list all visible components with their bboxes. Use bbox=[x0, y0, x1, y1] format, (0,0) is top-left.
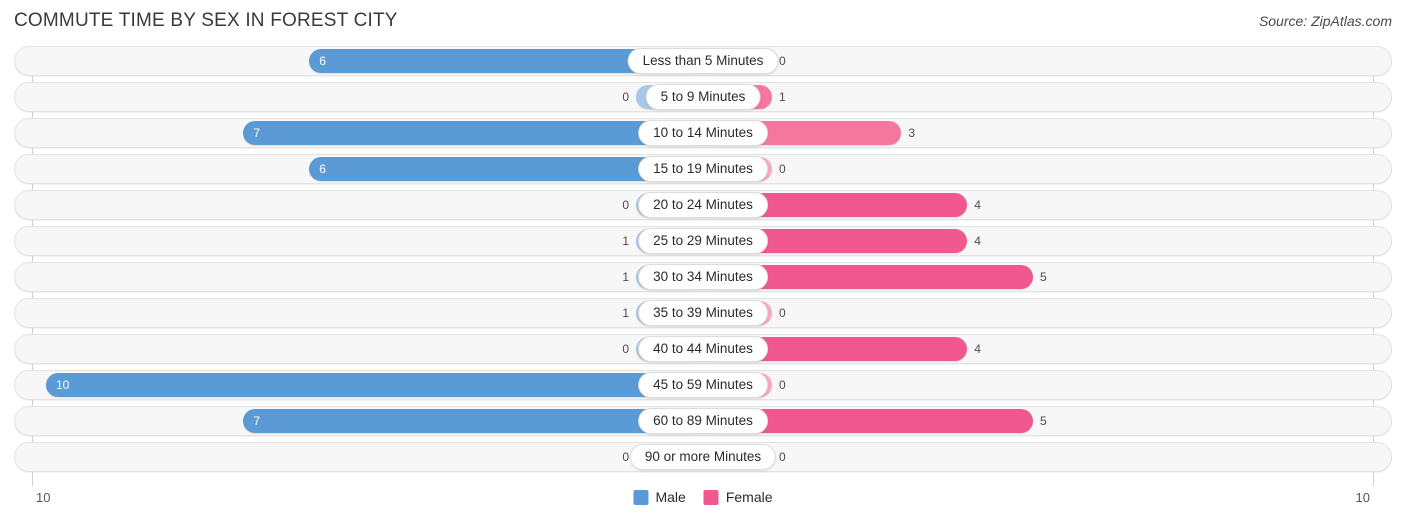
bar-male-fill bbox=[243, 409, 704, 433]
bar-value-female: 1 bbox=[779, 90, 786, 104]
bar-male-fill bbox=[46, 373, 704, 397]
category-label: 35 to 39 Minutes bbox=[638, 300, 768, 326]
axis-tick-right: 10 bbox=[1355, 490, 1370, 505]
bar-value-male: 6 bbox=[319, 162, 326, 176]
category-label: 10 to 14 Minutes bbox=[638, 120, 768, 146]
page-title: COMMUTE TIME BY SEX IN FOREST CITY bbox=[14, 10, 398, 31]
category-label: 15 to 19 Minutes bbox=[638, 156, 768, 182]
chart-rows: 6 0 Less than 5 Minutes 0 1 5 to 9 Minutes 7 3 1… bbox=[0, 46, 1406, 478]
bar-value-male: 10 bbox=[56, 378, 70, 392]
bar-value-male: 0 bbox=[622, 342, 629, 356]
table-row[interactable]: 7 3 10 to 14 Minutes bbox=[14, 118, 1392, 148]
chart-header: COMMUTE TIME BY SEX IN FOREST CITY Sourc… bbox=[0, 0, 1406, 46]
bar-value-female: 0 bbox=[779, 54, 786, 68]
category-label: 40 to 44 Minutes bbox=[638, 336, 768, 362]
table-row[interactable]: 0 4 20 to 24 Minutes bbox=[14, 190, 1392, 220]
category-label: Less than 5 Minutes bbox=[627, 48, 779, 74]
table-row[interactable]: 6 0 15 to 19 Minutes bbox=[14, 154, 1392, 184]
bar-value-male: 6 bbox=[319, 54, 326, 68]
bar-value-female: 4 bbox=[974, 342, 981, 356]
category-label: 20 to 24 Minutes bbox=[638, 192, 768, 218]
bar-value-female: 0 bbox=[779, 378, 786, 392]
bar-value-female: 5 bbox=[1040, 414, 1047, 428]
table-row[interactable]: 0 4 40 to 44 Minutes bbox=[14, 334, 1392, 364]
table-row[interactable]: 6 0 Less than 5 Minutes bbox=[14, 46, 1392, 76]
bar-value-male: 1 bbox=[622, 306, 629, 320]
bar-male[interactable]: 7 bbox=[243, 409, 704, 433]
legend-swatch-female-icon bbox=[703, 489, 719, 505]
bar-value-female: 0 bbox=[779, 450, 786, 464]
legend-item-female[interactable]: Female bbox=[703, 489, 773, 505]
chart-plot-area: 6 0 Less than 5 Minutes 0 1 5 to 9 Minutes 7 3 1… bbox=[0, 46, 1406, 486]
bar-value-male: 1 bbox=[622, 270, 629, 284]
category-label: 90 or more Minutes bbox=[629, 444, 777, 470]
chart-legend: Male Female bbox=[633, 489, 773, 505]
bar-value-female: 3 bbox=[908, 126, 916, 140]
bar-value-female: 4 bbox=[974, 234, 981, 248]
legend-item-male[interactable]: Male bbox=[633, 489, 686, 505]
bar-value-female: 4 bbox=[974, 198, 981, 212]
table-row[interactable]: 1 4 25 to 29 Minutes bbox=[14, 226, 1392, 256]
source-attribution: Source: ZipAtlas.com bbox=[1258, 13, 1392, 29]
category-label: 45 to 59 Minutes bbox=[638, 372, 768, 398]
bar-value-male: 7 bbox=[253, 126, 261, 140]
bar-value-male: 0 bbox=[622, 198, 629, 212]
bar-value-female: 0 bbox=[779, 306, 786, 320]
bar-value-male: 1 bbox=[622, 234, 629, 248]
bar-value-male: 0 bbox=[622, 450, 629, 464]
bar-male[interactable]: 7 bbox=[243, 121, 704, 145]
table-row[interactable]: 0 1 5 to 9 Minutes bbox=[14, 82, 1392, 112]
category-label: 30 to 34 Minutes bbox=[638, 264, 768, 290]
category-label: 25 to 29 Minutes bbox=[638, 228, 768, 254]
table-row[interactable]: 7 5 60 to 89 Minutes bbox=[14, 406, 1392, 436]
bar-value-female: 5 bbox=[1040, 270, 1047, 284]
legend-swatch-male-icon bbox=[633, 489, 649, 505]
table-row[interactable]: 1 5 30 to 34 Minutes bbox=[14, 262, 1392, 292]
legend-label-female: Female bbox=[725, 489, 773, 505]
table-row[interactable]: 1 0 35 to 39 Minutes bbox=[14, 298, 1392, 328]
bar-value-male: 7 bbox=[253, 414, 261, 428]
axis-tick-left: 10 bbox=[36, 490, 51, 505]
bar-male-fill bbox=[243, 121, 704, 145]
bar-male[interactable]: 10 bbox=[46, 373, 704, 397]
chart-footer: 10 10 Male Female bbox=[0, 486, 1406, 523]
table-row[interactable]: 10 0 45 to 59 Minutes bbox=[14, 370, 1392, 400]
legend-label-male: Male bbox=[655, 489, 686, 505]
category-label: 5 to 9 Minutes bbox=[645, 84, 761, 110]
bar-value-male: 0 bbox=[622, 90, 629, 104]
category-label: 60 to 89 Minutes bbox=[638, 408, 768, 434]
table-row[interactable]: 0 0 90 or more Minutes bbox=[14, 442, 1392, 472]
bar-value-female: 0 bbox=[779, 162, 786, 176]
